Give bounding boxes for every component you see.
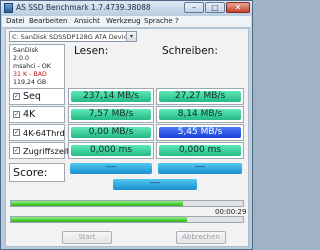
- menu-sprache[interactable]: Sprache: [144, 17, 173, 25]
- 4k-checkbox[interactable]: ✓: [13, 111, 20, 118]
- 4k-label: 4K: [23, 109, 36, 120]
- drive-select[interactable]: C: SanDisk SDSSDP128G ATA Device ▾: [9, 31, 137, 42]
- progress-bar-current: [10, 200, 244, 207]
- drive-name: SanDisk: [13, 47, 39, 54]
- 4k-64thrd-write-cell: 5,45 MB/s: [156, 124, 244, 141]
- menu-datei[interactable]: Datei: [6, 17, 25, 25]
- drive-info-panel: SanDisk 2.0.0 msahci - OK 31 K - BAD 119…: [9, 44, 65, 90]
- abort-button[interactable]: Abbrechen: [176, 231, 226, 244]
- elapsed-time: 00:00:29: [215, 208, 247, 216]
- seq-read-cell: 237,14 MB/s: [68, 88, 154, 105]
- access-time-write-cell: 0,000 ms: [156, 142, 244, 159]
- score-label: Score:: [13, 166, 48, 179]
- progress-bar-total: [10, 216, 244, 223]
- 4k-write-cell: 8,14 MB/s: [156, 106, 244, 123]
- window-title: AS SSD Benchmark 1.7.4739.38088: [16, 3, 151, 12]
- 4k-64thrd-write-value: 5,45 MB/s: [159, 127, 241, 138]
- 4k-64thrd-read-cell: 0,00 MB/s: [68, 124, 154, 141]
- drive-firmware: 2.0.0: [13, 55, 30, 62]
- seq-label: Seq: [23, 91, 41, 102]
- 4k-64thrd-label: 4K-64Thrd: [23, 128, 65, 138]
- progress-fill-total: [11, 217, 188, 222]
- menu-bearbeiten[interactable]: Bearbeiten: [29, 17, 67, 25]
- score-write: ----: [158, 163, 242, 174]
- row-label-4k: ✓ 4K: [9, 106, 65, 123]
- row-label-seq: ✓ Seq: [9, 88, 65, 105]
- app-icon: [4, 3, 13, 13]
- write-column-header: Schreiben:: [162, 45, 218, 57]
- 4k-read-value: 7,57 MB/s: [71, 109, 151, 120]
- read-column-header: Lesen:: [74, 45, 109, 57]
- row-label-4k-64thrd: ✓ 4K-64Thrd: [9, 124, 65, 141]
- score-label-box: Score:: [9, 163, 65, 182]
- access-time-read-cell: 0,000 ms: [68, 142, 154, 159]
- score-read: ----: [70, 163, 152, 174]
- start-button[interactable]: Start: [62, 231, 112, 244]
- access-time-checkbox[interactable]: ✓: [13, 147, 20, 154]
- title-bar: AS SSD Benchmark 1.7.4739.38088 – □ ✕: [1, 1, 252, 16]
- access-time-write-value: 0,000 ms: [159, 145, 241, 156]
- access-time-read-value: 0,000 ms: [71, 145, 151, 156]
- chevron-down-icon[interactable]: ▾: [126, 32, 136, 41]
- 4k-64thrd-checkbox[interactable]: ✓: [13, 129, 20, 136]
- drive-size: 119,24 GB: [13, 79, 47, 86]
- maximize-button[interactable]: □: [205, 2, 225, 13]
- score-total: ----: [113, 179, 197, 190]
- drive-driver-status: msahci - OK: [13, 63, 51, 70]
- menu-ansicht[interactable]: Ansicht: [74, 17, 100, 25]
- app-window: AS SSD Benchmark 1.7.4739.38088 – □ ✕ Da…: [0, 0, 253, 250]
- seq-write-value: 27,27 MB/s: [159, 91, 241, 102]
- access-time-label: Zugriffszeit: [23, 146, 70, 156]
- drive-alignment-status: 31 K - BAD: [13, 71, 47, 78]
- progress-fill-current: [11, 201, 183, 206]
- 4k-read-cell: 7,57 MB/s: [68, 106, 154, 123]
- minimize-button[interactable]: –: [184, 2, 204, 13]
- menu-help[interactable]: ?: [175, 17, 179, 25]
- seq-read-value: 237,14 MB/s: [71, 91, 151, 102]
- menu-werkzeug[interactable]: Werkzeug: [106, 17, 141, 25]
- row-label-access-time: ✓ Zugriffszeit: [9, 142, 69, 159]
- seq-checkbox[interactable]: ✓: [13, 93, 20, 100]
- drive-select-value: C: SanDisk SDSSDP128G ATA Device: [12, 33, 132, 41]
- main-panel: C: SanDisk SDSSDP128G ATA Device ▾ SanDi…: [5, 28, 249, 247]
- seq-write-cell: 27,27 MB/s: [156, 88, 244, 105]
- 4k-64thrd-read-value: 0,00 MB/s: [71, 127, 151, 138]
- close-button[interactable]: ✕: [226, 2, 250, 13]
- 4k-write-value: 8,14 MB/s: [159, 109, 241, 120]
- menu-bar: Datei Bearbeiten Ansicht Werkzeug Sprach…: [2, 16, 251, 28]
